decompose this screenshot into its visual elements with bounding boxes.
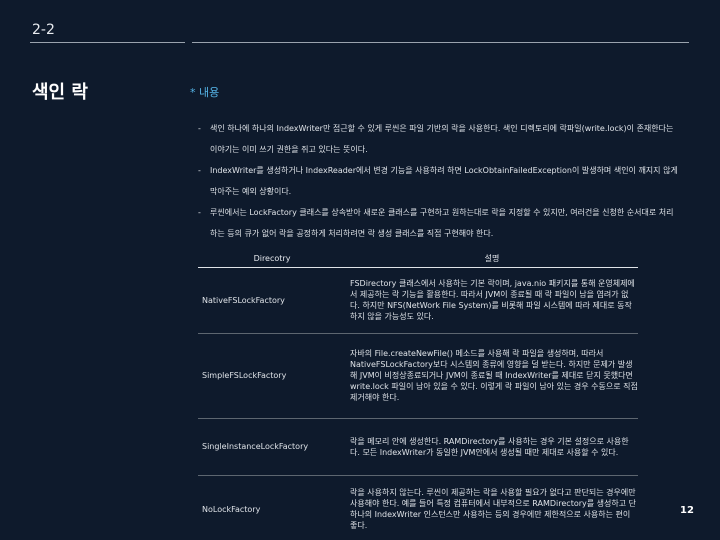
table-row: NativeFSLockFactory FSDirectory 클래스에서 사용… <box>198 267 638 333</box>
bullet-item: 색인 하나에 하나의 IndexWriter만 접근할 수 있게 루씬은 파일 … <box>198 118 678 160</box>
lock-factory-name: NoLockFactory <box>202 504 261 514</box>
lock-factory-name: SingleInstanceLockFactory <box>202 442 309 451</box>
page-number: 12 <box>680 505 694 516</box>
column-header-directory: Direcotry <box>253 253 291 263</box>
header-divider-left <box>30 42 185 43</box>
table-row: SingleInstanceLockFactory 락을 메모리 안에 생성한다… <box>198 418 638 475</box>
page-title: 색인 락 <box>32 82 88 103</box>
bullet-list: 색인 하나에 하나의 IndexWriter만 접근할 수 있게 루씬은 파일 … <box>198 118 678 244</box>
lock-factory-description: 락을 사용하지 않는다. 루씬이 제공하는 락을 사용할 필요가 없다고 판단되… <box>350 488 636 530</box>
table-header-row: Direcotry 설명 <box>198 250 638 267</box>
header-divider-right <box>192 42 689 43</box>
lock-factory-description: 락을 메모리 안에 생성한다. RAMDirectory를 사용하는 경우 기본… <box>350 436 629 457</box>
table-row: SimpleFSLockFactory 자바의 File.createNewFi… <box>198 333 638 418</box>
lock-factory-description: 자바의 File.createNewFile() 메소드를 사용해 락 파일을 … <box>350 349 638 402</box>
lock-factory-name: NativeFSLockFactory <box>202 295 285 305</box>
bullet-item: 루씬에서는 LockFactory 클래스를 상속받아 새로운 클래스를 구현하… <box>198 202 678 244</box>
section-number: 2-2 <box>32 22 55 38</box>
lock-factory-description: FSDirectory 클래스에서 사용하는 기본 락이며, java.nio … <box>350 279 635 321</box>
section-heading: * 내용 <box>190 86 220 99</box>
table-row: NoLockFactory 락을 사용하지 않는다. 루씬이 제공하는 락을 사… <box>198 475 638 540</box>
lock-factory-table: Direcotry 설명 NativeFSLockFactory FSDirec… <box>198 250 638 540</box>
bullet-item: IndexWriter를 생성하거나 IndexReader에서 변경 기능을 … <box>198 160 678 202</box>
lock-factory-name: SimpleFSLockFactory <box>202 371 287 380</box>
column-header-description: 설명 <box>484 253 500 263</box>
